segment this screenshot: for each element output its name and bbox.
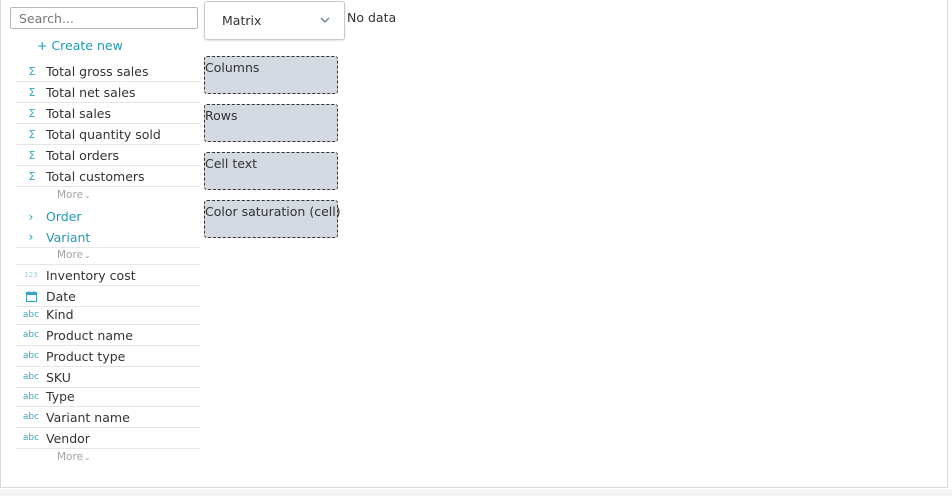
- field-label: Inventory cost: [46, 267, 136, 283]
- group-item-order[interactable]: › Order: [16, 206, 200, 227]
- field-label: Variant name: [46, 409, 130, 425]
- field-label: Kind: [46, 307, 74, 322]
- sigma-icon: Σ: [28, 64, 36, 78]
- chevron-down-icon: [320, 17, 330, 23]
- field-label: Total gross sales: [46, 63, 149, 79]
- chevron-down-icon: ⌄: [84, 453, 91, 462]
- no-data-message: No data: [347, 10, 397, 25]
- more-label: More: [57, 451, 84, 463]
- chevron-right-icon: ›: [28, 209, 34, 224]
- drop-zone-label: Rows: [205, 108, 238, 123]
- drop-zone-label: Cell text: [205, 156, 258, 171]
- field-item-product-name[interactable]: abc Product name: [16, 325, 200, 346]
- field-label: Product type: [46, 348, 126, 364]
- group-label: Order: [46, 209, 82, 224]
- field-label: Total quantity sold: [46, 126, 161, 142]
- drop-zone-label: Columns: [205, 60, 260, 75]
- drop-zone-rows[interactable]: Rows: [204, 104, 338, 142]
- field-item-inventory-cost[interactable]: 123 Inventory cost: [16, 265, 200, 286]
- drop-zone-label: Color saturation (cell): [205, 204, 341, 219]
- field-label: Date: [46, 288, 76, 304]
- field-item-total-customers[interactable]: Σ Total customers: [16, 166, 200, 187]
- text-icon: abc: [22, 391, 40, 402]
- field-item-kind[interactable]: abc Kind: [16, 305, 200, 325]
- field-item-variant-name[interactable]: abc Variant name: [16, 407, 200, 428]
- group-label: Variant: [46, 229, 91, 245]
- field-item-total-quantity-sold[interactable]: Σ Total quantity sold: [16, 124, 200, 145]
- text-icon: abc: [22, 433, 40, 443]
- drop-zone-columns[interactable]: Columns: [204, 56, 338, 94]
- more-dimensions-toggle[interactable]: More⌄: [16, 449, 200, 467]
- sigma-icon: Σ: [28, 106, 36, 120]
- field-label: SKU: [46, 369, 71, 385]
- number-icon: 123: [24, 271, 38, 279]
- create-new-link[interactable]: + Create new: [37, 38, 123, 53]
- field-label: Product name: [46, 327, 133, 343]
- field-sidebar: + Create new Σ Total gross sales Σ Total…: [9, 6, 200, 480]
- sigma-icon: Σ: [28, 148, 36, 162]
- field-item-total-gross-sales[interactable]: Σ Total gross sales: [16, 61, 200, 82]
- more-label: More: [57, 249, 84, 261]
- drop-zone-cell-text[interactable]: Cell text: [204, 152, 338, 190]
- text-icon: abc: [22, 330, 40, 340]
- field-item-product-type[interactable]: abc Product type: [16, 346, 200, 367]
- field-label: Total orders: [46, 147, 120, 163]
- field-item-vendor[interactable]: abc Vendor: [16, 428, 200, 449]
- sigma-icon: Σ: [28, 85, 36, 99]
- field-label: Type: [46, 389, 75, 404]
- search-input[interactable]: [10, 7, 198, 29]
- field-label: Total customers: [46, 168, 145, 184]
- field-item-total-orders[interactable]: Σ Total orders: [16, 145, 200, 166]
- group-item-variant[interactable]: › Variant: [16, 227, 200, 248]
- field-item-total-sales[interactable]: Σ Total sales: [16, 103, 200, 124]
- field-label: Total sales: [46, 105, 112, 121]
- visualization-type-value: Matrix: [222, 13, 262, 28]
- more-groups-toggle[interactable]: More⌄: [16, 247, 200, 265]
- sigma-icon: Σ: [28, 169, 36, 183]
- sigma-icon: Σ: [28, 127, 36, 141]
- chevron-right-icon: ›: [28, 230, 34, 244]
- more-measures-toggle[interactable]: More⌄: [16, 187, 200, 205]
- chevron-down-icon: ⌄: [84, 191, 91, 200]
- more-label: More: [57, 189, 84, 201]
- bottom-strip: [0, 489, 952, 496]
- field-item-total-net-sales[interactable]: Σ Total net sales: [16, 82, 200, 103]
- calendar-icon: [16, 290, 46, 302]
- chevron-down-icon: ⌄: [84, 251, 91, 260]
- field-label: Vendor: [46, 430, 90, 446]
- text-icon: abc: [22, 412, 40, 422]
- visualization-type-select[interactable]: Matrix: [204, 1, 345, 40]
- field-item-type[interactable]: abc Type: [16, 387, 200, 407]
- text-icon: abc: [22, 309, 40, 320]
- text-icon: abc: [22, 372, 40, 382]
- drop-zone-color-saturation[interactable]: Color saturation (cell): [204, 200, 341, 238]
- text-icon: abc: [22, 351, 40, 361]
- field-item-sku[interactable]: abc SKU: [16, 367, 200, 388]
- field-label: Total net sales: [46, 84, 136, 100]
- field-item-date[interactable]: Date: [16, 286, 200, 307]
